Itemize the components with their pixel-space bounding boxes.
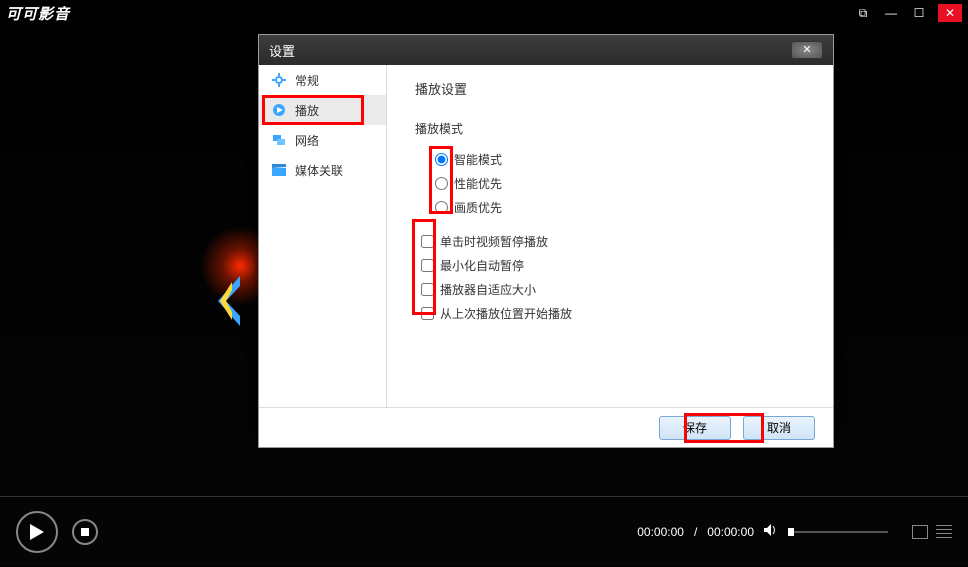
dialog-footer: 保存 取消	[259, 407, 833, 447]
sidebar-item-network[interactable]: 网络	[259, 125, 386, 155]
check-auto-size[interactable]: 播放器自适应大小	[415, 277, 805, 301]
mode-label: 性能优先	[454, 175, 502, 192]
content-heading: 播放设置	[415, 75, 805, 114]
time-total: 00:00:00	[707, 525, 754, 539]
check-click-pause[interactable]: 单击时视频暂停播放	[415, 229, 805, 253]
check-options: 单击时视频暂停播放 最小化自动暂停 播放器自适应大小 从上次播放位置开始播放	[415, 229, 805, 325]
app-title: 可可影音	[6, 3, 70, 24]
settings-content: 播放设置 播放模式 智能模式 性能优先 画质优先 单击时	[387, 65, 833, 407]
minimize-button[interactable]: —	[882, 5, 900, 21]
play-button[interactable]	[16, 511, 58, 553]
volume-slider[interactable]	[788, 531, 888, 533]
sidebar-item-general[interactable]: 常规	[259, 65, 386, 95]
checkbox-resume[interactable]	[421, 307, 434, 320]
sidebar-item-association[interactable]: 媒体关联	[259, 155, 386, 185]
controls-right: 00:00:00 / 00:00:00	[637, 524, 952, 539]
mode-option-quality[interactable]: 画质优先	[415, 195, 805, 219]
dialog-close-button[interactable]: ✕	[791, 41, 823, 59]
playlist-icon[interactable]	[936, 525, 952, 539]
player-window: 可可影音 ⧉ — ☐ ✕ 00:00:00 / 00:00:00	[0, 0, 968, 567]
progress-bar[interactable]	[0, 496, 968, 497]
mode-label: 画质优先	[454, 199, 502, 216]
checkbox-click-pause[interactable]	[421, 235, 434, 248]
mode-radio-performance[interactable]	[435, 177, 448, 190]
volume-thumb[interactable]	[788, 528, 794, 536]
player-logo-icon	[212, 276, 252, 326]
mode-option-performance[interactable]: 性能优先	[415, 171, 805, 195]
stop-button[interactable]	[72, 519, 98, 545]
dialog-titlebar: 设置 ✕	[259, 35, 833, 65]
time-separator: /	[694, 525, 697, 539]
close-icon: ✕	[802, 45, 811, 56]
sidebar-item-label: 常规	[295, 72, 319, 89]
check-label: 播放器自适应大小	[440, 281, 536, 298]
mode-radio-quality[interactable]	[435, 201, 448, 214]
check-label: 从上次播放位置开始播放	[440, 305, 572, 322]
maximize-button[interactable]: ☐	[910, 5, 928, 21]
cancel-button[interactable]: 取消	[743, 416, 815, 440]
sidebar-item-label: 媒体关联	[295, 162, 343, 179]
mode-label: 智能模式	[454, 151, 502, 168]
window-controls: ⧉ — ☐ ✕	[854, 4, 962, 22]
volume-icon[interactable]	[764, 524, 778, 539]
check-resume[interactable]: 从上次播放位置开始播放	[415, 301, 805, 325]
compact-mode-icon[interactable]	[912, 525, 928, 539]
check-label: 最小化自动暂停	[440, 257, 524, 274]
controls-left	[16, 511, 98, 553]
control-bar: 00:00:00 / 00:00:00	[0, 496, 968, 566]
dialog-body: 常规 播放 网络 媒体	[259, 65, 833, 407]
save-button[interactable]: 保存	[659, 416, 731, 440]
titlebar: 可可影音 ⧉ — ☐ ✕	[0, 0, 968, 26]
settings-dialog: 设置 ✕ 常规 播放	[258, 34, 834, 448]
mode-option-smart[interactable]: 智能模式	[415, 147, 805, 171]
dialog-title: 设置	[269, 41, 295, 60]
mode-radio-smart[interactable]	[435, 153, 448, 166]
time-current: 00:00:00	[637, 525, 684, 539]
checkbox-min-pause[interactable]	[421, 259, 434, 272]
checkbox-auto-size[interactable]	[421, 283, 434, 296]
sidebar-item-playback[interactable]: 播放	[259, 95, 386, 125]
pip-button[interactable]: ⧉	[854, 5, 872, 21]
check-min-pause[interactable]: 最小化自动暂停	[415, 253, 805, 277]
gear-icon	[271, 72, 287, 88]
sidebar-item-label: 播放	[295, 102, 319, 119]
clapper-icon	[271, 162, 287, 178]
mode-group-label: 播放模式	[415, 120, 805, 137]
close-button[interactable]: ✕	[938, 4, 962, 22]
sidebar-item-label: 网络	[295, 132, 319, 149]
play-circle-icon	[271, 102, 287, 118]
check-label: 单击时视频暂停播放	[440, 233, 548, 250]
settings-sidebar: 常规 播放 网络 媒体	[259, 65, 387, 407]
network-icon	[271, 132, 287, 148]
